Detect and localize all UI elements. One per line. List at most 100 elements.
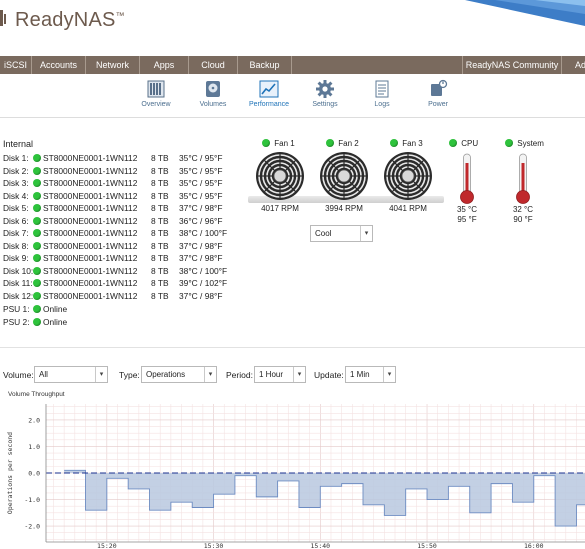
subnav-settings[interactable]: Settings: [297, 79, 353, 108]
chevron-down-icon: ▾: [360, 226, 372, 241]
disk-temperature: 35°C / 95°F: [179, 165, 223, 176]
fan-icon: [256, 152, 304, 200]
volume-select-value: All: [39, 370, 48, 379]
disk-label: Disk 2:: [3, 165, 29, 176]
subnav-settings-label: Settings: [312, 101, 338, 108]
disk-size: 8 TB: [151, 165, 169, 176]
subnav-volumes-label: Volumes: [199, 101, 227, 108]
update-filter-label: Update:: [314, 370, 344, 380]
type-select[interactable]: Operations ▾: [141, 366, 217, 383]
period-select[interactable]: 1 Hour ▾: [254, 366, 306, 383]
disk-label: Disk 8:: [3, 240, 29, 251]
readynas-logo: ReadyNAS™: [15, 9, 125, 32]
disk-size: 8 TB: [151, 290, 169, 301]
status-ok-icon: [33, 279, 41, 287]
tab-accounts[interactable]: Accounts: [32, 56, 86, 74]
disk-label: Disk 10:: [3, 265, 34, 276]
chevron-down-icon: ▾: [95, 367, 107, 382]
disk-model: ST8000NE0001-1WN112: [43, 240, 138, 251]
disk-size: 8 TB: [151, 265, 169, 276]
tab-apps[interactable]: Apps: [140, 56, 189, 74]
x-tick-label: 15:30: [204, 542, 224, 549]
disk-size: 8 TB: [151, 278, 169, 288]
volume-select[interactable]: All ▾: [34, 366, 108, 383]
status-ok-icon: [33, 254, 41, 262]
status-ok-icon: [33, 317, 41, 326]
section-divider: [0, 347, 585, 348]
disk-row: Disk 5: ST8000NE0001-1WN112 8 TB 37°C / 98°…: [3, 203, 222, 215]
subnav-power[interactable]: Power: [410, 79, 466, 108]
tab-partial[interactable]: Ad: [571, 56, 585, 74]
tab-network[interactable]: Network: [86, 56, 140, 74]
disk-temperature: 35°C / 95°F: [179, 153, 223, 163]
disk-label: Disk 6:: [3, 215, 29, 226]
readynas-community-link[interactable]: ReadyNAS Community: [462, 56, 562, 74]
temperature-fahrenheit: 95 °F: [457, 215, 477, 224]
chevron-down-icon: ▾: [293, 367, 305, 382]
disk-size: 8 TB: [151, 240, 169, 251]
volume-filter-label: Volume:: [3, 370, 34, 380]
disk-row: Disk 11: ST8000NE0001-1WN112 8 TB 39°C / 10…: [3, 278, 227, 290]
readynas-admin-page: ReadyNAS™ iSCSI Accounts Network Apps Cl…: [0, 0, 585, 549]
disk-temperature: 37°C / 98°F: [179, 240, 223, 251]
status-ok-icon: [33, 305, 41, 313]
disk-size: 8 TB: [151, 228, 169, 238]
y-tick-label: -2.0: [24, 523, 40, 531]
volume-throughput-chart: 2.0 1.0 0.0 -1.0 -2.0 15:20 15:30 15:40 15:50 16:…: [6, 404, 585, 549]
period-select-value: 1 Hour: [259, 370, 284, 379]
temperature-unit: CPU 35 °C 95 °F: [446, 139, 488, 225]
disk-model: ST8000NE0001-1WN112: [43, 215, 138, 226]
disk-model: ST8000NE0001-1WN112: [43, 278, 138, 288]
psu-label: PSU 1:: [3, 304, 30, 314]
subnav-performance[interactable]: Performance: [241, 79, 297, 108]
status-ok-icon: [33, 266, 41, 275]
fan-icon: [320, 152, 368, 200]
disk-size: 8 TB: [151, 153, 169, 163]
disk-label: Disk 5:: [3, 203, 29, 213]
fan-mode-select[interactable]: Cool ▾: [310, 225, 373, 242]
disk-row: Disk 2: ST8000NE0001-1WN112 8 TB 35°C / 95°…: [3, 166, 222, 178]
subnav-overview[interactable]: Overview: [128, 79, 184, 108]
fan-name: Fan 2: [314, 139, 374, 151]
power-icon: [431, 79, 448, 96]
fan-name: Fan 3: [378, 139, 438, 151]
status-ok-icon: [505, 139, 513, 147]
disk-model: ST8000NE0001-1WN112: [43, 178, 138, 188]
disk-row: Disk 3: ST8000NE0001-1WN112 8 TB 35°C / 95°…: [3, 178, 222, 190]
status-ok-icon: [33, 191, 41, 200]
tab-iscsi[interactable]: iSCSI: [0, 56, 32, 74]
tab-backup[interactable]: Backup: [238, 56, 292, 74]
disk-temperature: 37°C / 98°F: [179, 290, 223, 301]
thermometer-icon: [460, 153, 474, 204]
update-select[interactable]: 1 Min ▾: [345, 366, 396, 383]
fan-unit: Fan 2 3994 RPM: [314, 139, 374, 213]
y-axis-label: Operations per second: [6, 432, 14, 514]
psu-status: Online: [43, 304, 68, 314]
tab-cloud[interactable]: Cloud: [189, 56, 238, 74]
y-tick-label: 1.0: [28, 443, 40, 451]
thermometer-icon: [516, 153, 530, 204]
internal-section-title: Internal: [3, 139, 34, 149]
disk-model: ST8000NE0001-1WN112: [43, 203, 138, 213]
type-filter-label: Type:: [119, 370, 140, 380]
disk-row: Disk 9: ST8000NE0001-1WN112 8 TB 37°C / 98°…: [3, 253, 222, 265]
x-tick-label: 15:20: [97, 542, 117, 549]
fan-unit: Fan 1 4017 RPM: [250, 139, 310, 213]
disk-model: ST8000NE0001-1WN112: [43, 190, 138, 201]
disk-label: Disk 7:: [3, 228, 29, 238]
disk-model: ST8000NE0001-1WN112: [43, 228, 138, 238]
disk-label: Disk 1:: [3, 153, 29, 163]
disk-model: ST8000NE0001-1WN112: [43, 290, 138, 301]
fan-label: Fan 2: [338, 139, 359, 148]
status-ok-icon: [33, 154, 41, 162]
temperature-celsius: 32 °C: [512, 205, 534, 214]
fan-rpm: 4041 RPM: [389, 204, 427, 213]
status-ok-icon: [33, 204, 41, 212]
disk-temperature: 38°C / 100°F: [179, 265, 228, 276]
disk-temperature: 35°C / 95°F: [179, 190, 223, 201]
trademark: ™: [115, 10, 125, 21]
subnav-volumes[interactable]: Volumes: [185, 79, 241, 108]
status-ok-icon: [326, 139, 334, 147]
subnav-logs[interactable]: Logs: [354, 79, 410, 108]
disk-model: ST8000NE0001-1WN112: [43, 265, 138, 276]
